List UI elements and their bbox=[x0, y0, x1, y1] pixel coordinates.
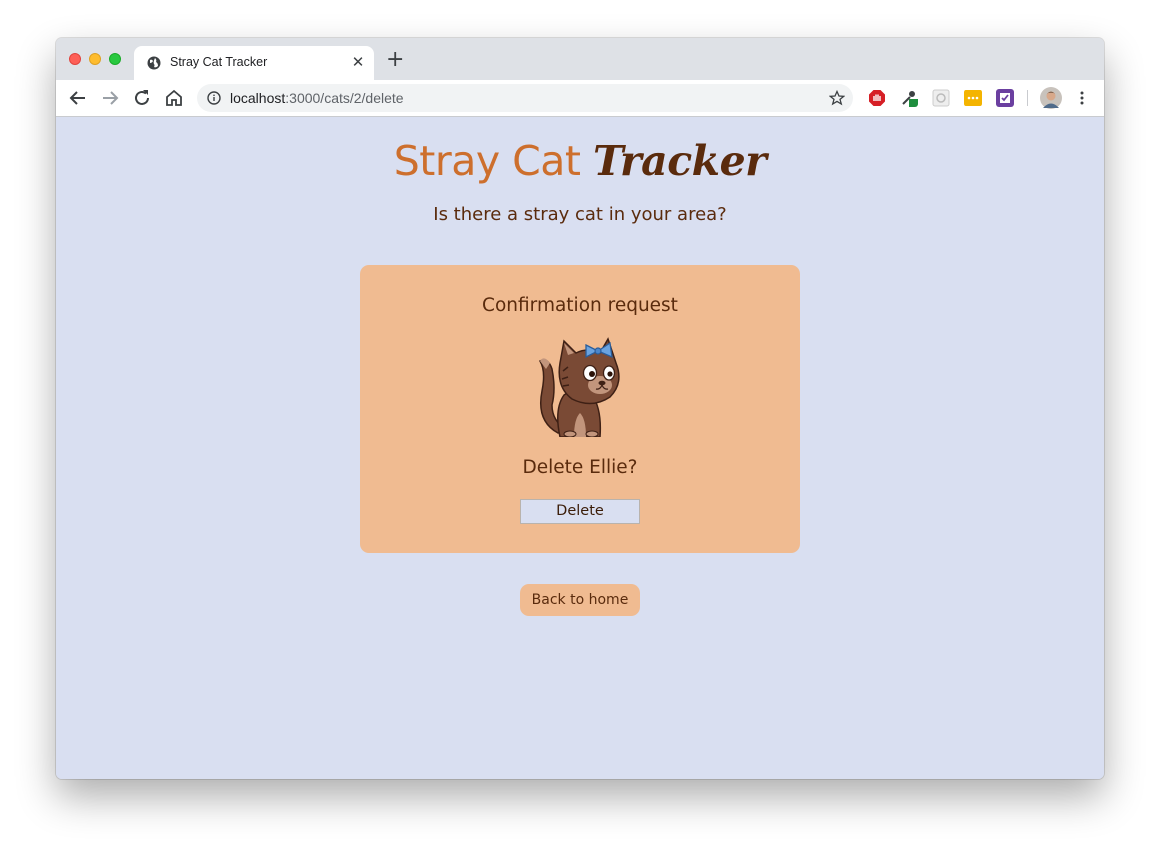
tab-title: Stray Cat Tracker bbox=[170, 55, 268, 69]
browser-window: Stray Cat Tracker ✕ + localhost:3000/cat… bbox=[56, 38, 1104, 779]
delete-question: Delete Ellie? bbox=[522, 457, 638, 478]
close-window-button[interactable] bbox=[69, 53, 81, 65]
cat-image bbox=[538, 337, 620, 437]
toolbar-divider bbox=[1027, 90, 1028, 106]
tab-stray-cat-tracker[interactable]: Stray Cat Tracker ✕ bbox=[134, 46, 374, 80]
checkbox-extension-icon[interactable] bbox=[996, 89, 1014, 107]
info-icon[interactable] bbox=[207, 91, 221, 105]
forward-arrow-icon[interactable] bbox=[98, 86, 122, 110]
page-subtitle: Is there a stray cat in your area? bbox=[433, 204, 727, 225]
eyedropper-icon[interactable] bbox=[900, 89, 918, 107]
delete-button[interactable]: Delete bbox=[520, 499, 640, 524]
minimize-window-button[interactable] bbox=[89, 53, 101, 65]
site-title-part1: Stray Cat bbox=[393, 137, 581, 185]
adblock-icon[interactable] bbox=[868, 89, 886, 107]
address-bar[interactable]: localhost:3000/cats/2/delete bbox=[197, 84, 853, 112]
site-title-part2: Tracker bbox=[593, 137, 767, 185]
site-title: Stray Cat Tracker bbox=[56, 137, 1104, 185]
kebab-menu-icon[interactable] bbox=[1074, 90, 1090, 106]
url-text: localhost:3000/cats/2/delete bbox=[230, 90, 404, 106]
back-to-home-button[interactable]: Back to home bbox=[520, 584, 640, 616]
chat-extension-icon[interactable] bbox=[964, 89, 982, 107]
tab-strip: Stray Cat Tracker ✕ + bbox=[56, 38, 1104, 80]
back-arrow-icon[interactable] bbox=[66, 86, 90, 110]
star-icon[interactable] bbox=[829, 90, 845, 106]
card-heading: Confirmation request bbox=[482, 295, 678, 316]
url-path: :3000/cats/2/delete bbox=[285, 90, 404, 106]
avatar[interactable] bbox=[1040, 87, 1062, 109]
confirmation-card: Confirmation request Delete Ellie? Delet… bbox=[360, 265, 800, 553]
maximize-window-button[interactable] bbox=[109, 53, 121, 65]
plus-icon[interactable]: + bbox=[386, 49, 404, 71]
close-icon[interactable]: ✕ bbox=[350, 54, 366, 70]
extension-icon[interactable] bbox=[932, 89, 950, 107]
page-content: Stray Cat Tracker Is there a stray cat i… bbox=[56, 117, 1104, 779]
browser-toolbar: localhost:3000/cats/2/delete bbox=[56, 80, 1104, 117]
url-host: localhost bbox=[230, 90, 286, 106]
reload-icon[interactable] bbox=[130, 86, 154, 110]
globe-icon bbox=[147, 56, 161, 70]
home-icon[interactable] bbox=[162, 86, 186, 110]
